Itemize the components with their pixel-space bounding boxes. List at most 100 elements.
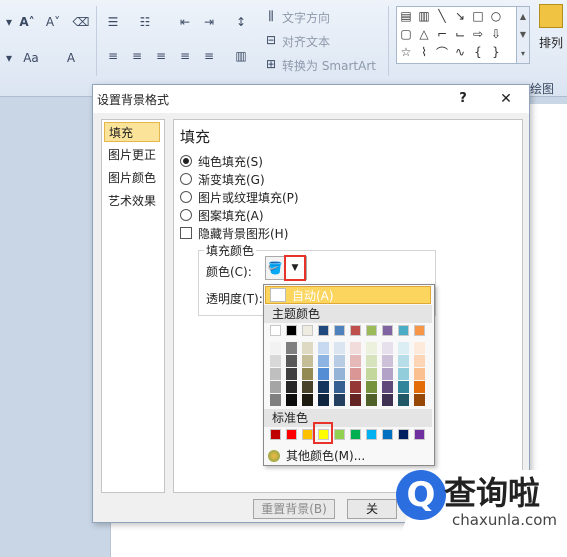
theme-color-swatch[interactable] bbox=[398, 325, 409, 336]
theme-color-swatch[interactable] bbox=[286, 325, 297, 336]
radio-selected[interactable] bbox=[180, 155, 192, 167]
nav-item-picture-color[interactable]: 图片颜色 bbox=[104, 168, 164, 188]
standard-color-swatch[interactable] bbox=[334, 429, 345, 440]
theme-shade-swatch[interactable] bbox=[366, 355, 377, 367]
theme-shade-swatch[interactable] bbox=[382, 394, 393, 406]
standard-color-swatch[interactable] bbox=[398, 429, 409, 440]
star-shape-icon[interactable]: ☆ bbox=[399, 45, 413, 59]
nav-item-fill[interactable]: 填充 bbox=[104, 122, 160, 142]
standard-color-swatch[interactable] bbox=[270, 429, 281, 440]
theme-shade-swatch[interactable] bbox=[286, 342, 297, 354]
solid-fill-option[interactable]: 纯色填充(S) bbox=[180, 153, 263, 169]
theme-shade-swatch[interactable] bbox=[334, 342, 345, 354]
theme-shade-swatch[interactable] bbox=[318, 394, 329, 406]
textbox-shape-icon[interactable]: ▤ bbox=[399, 9, 413, 23]
theme-shade-swatch[interactable] bbox=[382, 368, 393, 380]
theme-shade-swatch[interactable] bbox=[302, 342, 313, 354]
smartart-icon[interactable]: ⊞ bbox=[262, 56, 280, 72]
increase-indent-icon[interactable]: ⇥ bbox=[200, 14, 218, 30]
distributed-icon[interactable]: ≡ bbox=[200, 48, 218, 64]
theme-shade-swatch[interactable] bbox=[414, 342, 425, 354]
theme-shade-swatch[interactable] bbox=[334, 368, 345, 380]
theme-shade-swatch[interactable] bbox=[382, 381, 393, 393]
expand-gallery-icon[interactable]: ▾ bbox=[521, 49, 525, 58]
right-arrow-shape-icon[interactable]: ⇨ bbox=[471, 27, 485, 41]
elbow-arrow-shape-icon[interactable]: ⌙ bbox=[453, 27, 467, 41]
scribble-shape-icon[interactable]: ∿ bbox=[453, 45, 467, 59]
align-right-icon[interactable]: ≡ bbox=[152, 48, 170, 64]
arrange-button[interactable]: 排列 bbox=[534, 4, 567, 64]
theme-shade-swatch[interactable] bbox=[318, 381, 329, 393]
shrink-font-icon[interactable]: A˅ bbox=[44, 14, 62, 30]
theme-shade-swatch[interactable] bbox=[270, 355, 281, 367]
checkbox[interactable] bbox=[180, 227, 192, 239]
theme-color-swatch[interactable] bbox=[302, 325, 313, 336]
more-colors-option[interactable]: 其他颜色(M)... bbox=[268, 447, 365, 464]
picture-texture-fill-option[interactable]: 图片或纹理填充(P) bbox=[180, 189, 299, 205]
theme-shade-swatch[interactable] bbox=[286, 381, 297, 393]
change-case-icon[interactable]: Aa bbox=[22, 50, 40, 66]
align-center-icon[interactable]: ≡ bbox=[128, 48, 146, 64]
theme-color-swatch[interactable] bbox=[414, 325, 425, 336]
scroll-up-icon[interactable]: ▲ bbox=[520, 12, 526, 21]
theme-shade-swatch[interactable] bbox=[334, 381, 345, 393]
theme-shade-swatch[interactable] bbox=[270, 381, 281, 393]
theme-shade-swatch[interactable] bbox=[414, 368, 425, 380]
down-arrow-shape-icon[interactable]: ⇩ bbox=[489, 27, 503, 41]
align-left-icon[interactable]: ≡ bbox=[104, 48, 122, 64]
decrease-indent-icon[interactable]: ⇤ bbox=[176, 14, 194, 30]
font-color-icon[interactable]: A bbox=[62, 50, 80, 66]
bullets-icon[interactable]: ☰ bbox=[104, 14, 122, 30]
nav-item-artistic-effects[interactable]: 艺术效果 bbox=[104, 191, 164, 211]
theme-shade-swatch[interactable] bbox=[350, 394, 361, 406]
nav-item-picture-corrections[interactable]: 图片更正 bbox=[104, 145, 164, 165]
theme-color-swatch[interactable] bbox=[382, 325, 393, 336]
theme-shade-swatch[interactable] bbox=[270, 342, 281, 354]
text-direction-button[interactable]: 文字方向 bbox=[282, 9, 330, 26]
theme-shade-swatch[interactable] bbox=[414, 381, 425, 393]
help-button[interactable]: ? bbox=[453, 89, 473, 109]
theme-shade-swatch[interactable] bbox=[398, 368, 409, 380]
theme-shade-swatch[interactable] bbox=[286, 394, 297, 406]
theme-shade-swatch[interactable] bbox=[414, 394, 425, 406]
theme-shade-swatch[interactable] bbox=[318, 355, 329, 367]
theme-shade-swatch[interactable] bbox=[286, 368, 297, 380]
dropdown-arrow-icon[interactable]: ▼ bbox=[284, 255, 306, 281]
theme-shade-swatch[interactable] bbox=[382, 342, 393, 354]
columns-icon[interactable]: ▥ bbox=[232, 48, 250, 64]
numbering-icon[interactable]: ☷ bbox=[136, 14, 154, 30]
theme-shade-swatch[interactable] bbox=[366, 381, 377, 393]
theme-shade-swatch[interactable] bbox=[366, 394, 377, 406]
theme-shade-swatch[interactable] bbox=[270, 368, 281, 380]
theme-shade-swatch[interactable] bbox=[302, 368, 313, 380]
elbow-connector-shape-icon[interactable]: ⌐ bbox=[435, 27, 449, 41]
radio[interactable] bbox=[180, 209, 192, 221]
line-shape-icon[interactable]: ╲ bbox=[435, 9, 449, 23]
curve-shape-icon[interactable]: ⌇ bbox=[417, 45, 431, 59]
theme-shade-swatch[interactable] bbox=[302, 355, 313, 367]
standard-color-swatch[interactable] bbox=[382, 429, 393, 440]
theme-shade-swatch[interactable] bbox=[366, 342, 377, 354]
rectangle-shape-icon[interactable]: □ bbox=[471, 9, 485, 23]
clear-format-icon[interactable]: ⌫ bbox=[72, 14, 90, 30]
font-size-dropdown-arrow-icon[interactable]: ▾ bbox=[0, 14, 18, 30]
left-brace-shape-icon[interactable]: { bbox=[471, 45, 485, 59]
theme-shade-swatch[interactable] bbox=[302, 381, 313, 393]
theme-shade-swatch[interactable] bbox=[318, 342, 329, 354]
theme-shade-swatch[interactable] bbox=[350, 381, 361, 393]
hide-background-graphics[interactable]: 隐藏背景图形(H) bbox=[180, 225, 288, 241]
shapes-gallery-scroll[interactable]: ▲ ▼ ▾ bbox=[516, 6, 530, 64]
reset-background-button[interactable]: 重置背景(B) bbox=[253, 499, 335, 519]
dialog-titlebar[interactable]: 设置背景格式 ? ✕ bbox=[93, 85, 529, 113]
theme-shade-swatch[interactable] bbox=[350, 342, 361, 354]
text-direction-icon[interactable]: ⫼ bbox=[262, 8, 280, 24]
oval-shape-icon[interactable]: ○ bbox=[489, 9, 503, 23]
close-icon[interactable]: ✕ bbox=[496, 89, 516, 109]
theme-shade-swatch[interactable] bbox=[350, 355, 361, 367]
rounded-rect-shape-icon[interactable]: ▢ bbox=[399, 27, 413, 41]
pattern-fill-option[interactable]: 图案填充(A) bbox=[180, 207, 264, 223]
theme-color-swatch[interactable] bbox=[350, 325, 361, 336]
theme-color-swatch[interactable] bbox=[366, 325, 377, 336]
vertical-textbox-shape-icon[interactable]: ▥ bbox=[417, 9, 431, 23]
theme-shade-swatch[interactable] bbox=[398, 355, 409, 367]
